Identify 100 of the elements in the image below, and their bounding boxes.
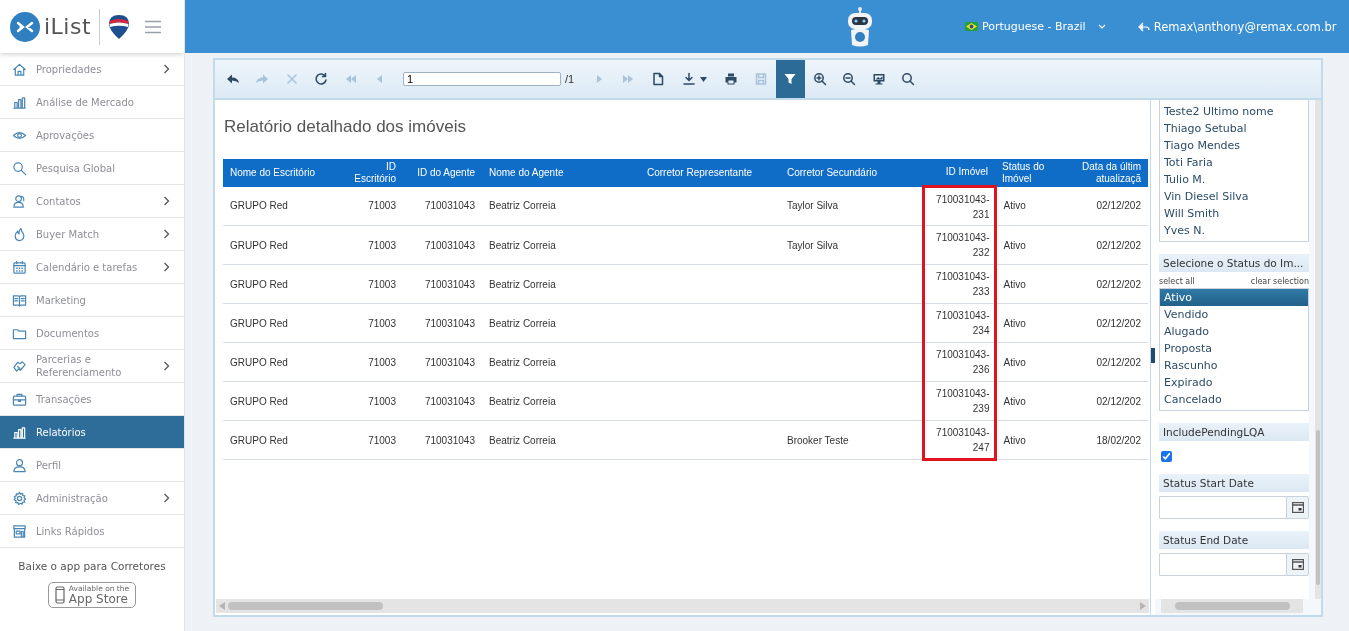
select-all-link[interactable]: select all [1159,277,1195,286]
table-cell-text: 710031043-233 [935,270,990,299]
date-field[interactable] [1159,553,1286,576]
contacts-icon [12,193,27,209]
list-option[interactable]: Yves N. [1160,222,1308,239]
clear-selection-link[interactable]: clear selection [1250,277,1309,286]
sidebar-item[interactable]: Documentos [0,317,184,350]
sidebar-item[interactable]: Contatos [0,185,184,218]
sidebar-item[interactable]: Buyer Match [0,218,184,251]
gear-icon [12,490,27,506]
column-header[interactable]: Nome do Escritório [223,159,343,187]
list-option[interactable]: Proposta [1160,340,1308,357]
list-option[interactable]: Cancelado [1160,391,1308,408]
storefront-icon [12,523,27,539]
table-cell: GRUPO Red [230,356,288,368]
promo-text: Baixe o app para Corretores [18,560,166,572]
horizontal-scrollbar[interactable] [1161,599,1303,613]
table-cell: 71003 [368,395,396,407]
robot-drawing [845,5,875,48]
sidebar-item[interactable]: Análise de Mercado [0,86,184,119]
page-number-field[interactable]: 1 [403,72,561,86]
column-header[interactable]: ID Imóvel [923,159,995,187]
table-cell: 71003 [368,356,396,368]
agent-list[interactable]: Teste2 Ultimo nome Thiago Setubal Tiago Mendes Toti Faria Tulio M. Vin Diesel Silva Will Smith Yves N. [1159,100,1309,242]
table-cell: 710031043 [424,278,475,290]
list-option[interactable]: Vendido [1160,306,1308,323]
table-cell-text: 710031043-236 [935,348,990,377]
table-cell: 18/02/202 [1096,434,1141,446]
page-total: /1 [565,73,575,85]
table-cell: Ativo [1003,239,1026,251]
parameter-label: IncludePendingLQA [1159,423,1309,441]
checkbox[interactable] [1161,451,1172,462]
table-cell-text: 710031043-247 [935,425,990,455]
table-cell: Taylor Silva [787,200,839,212]
sidebar-item[interactable]: Perfil [0,449,184,482]
calendar-button[interactable] [1286,496,1309,519]
table-cell: Taylor Silva [787,239,839,251]
column-header[interactable]: Status do Imóvel [995,159,1060,187]
table-cell-text: 710031043-234 [935,309,990,338]
list-option[interactable]: Alugado [1160,323,1308,340]
list-option[interactable]: Teste2 Ultimo nome [1160,103,1308,120]
table-cell-text: 710031043-231 [935,192,990,222]
calendar-icon [12,259,27,275]
list-option[interactable]: Vin Diesel Silva [1160,188,1308,205]
sidebar-item[interactable]: Administração [0,482,184,515]
table-cell: Ativo [1003,356,1026,368]
table-cell: 710031043 [424,239,475,251]
language-selector[interactable]: Portuguese - Brazil [965,20,1106,33]
sidebar-item[interactable]: Links Rápidos [0,515,184,548]
sidebar-item[interactable]: Aprovações [0,119,184,152]
user-menu[interactable]: Remax\anthony@remax.com.br [1137,19,1337,34]
sidebar-item[interactable]: Parcerias e Referenciamento [0,350,184,383]
list-option[interactable]: Toti Faria [1160,154,1308,171]
table-cell: 710031043 [424,317,475,329]
bar-chart-icon [12,94,27,110]
table-cell: 02/12/202 [1096,356,1141,368]
column-header[interactable]: Data da últim atualizaçã [1060,159,1148,187]
report-title: Relatório detalhado dos imóveis [224,117,467,137]
date-field[interactable] [1159,496,1286,519]
person-icon [12,457,27,473]
status-list[interactable]: Ativo Vendido Alugado Proposta Rascunho Expirado Cancelado [1159,288,1309,411]
column-header[interactable]: ID Escritório [343,159,403,187]
search-icon [12,160,27,176]
list-option[interactable]: Rascunho [1160,357,1308,374]
sidebar-item[interactable]: Marketing [0,284,184,317]
home-icon [12,61,27,77]
list-option[interactable]: Expirado [1160,374,1308,391]
reply-icon [1137,21,1150,32]
table-cell: 71003 [368,239,396,251]
table-cell: 71003 [368,200,396,212]
parameter-label: Status Start Date [1159,474,1309,492]
list-option[interactable]: Will Smith [1160,205,1308,222]
vertical-scrollbar[interactable] [1315,100,1321,599]
column-header[interactable]: Corretor Secundário [780,159,923,187]
logo-text: iList [44,14,92,39]
column-header[interactable]: Nome do Agente [482,159,640,187]
list-option[interactable]: Ativo [1160,289,1308,306]
ilist-logo-icon [10,11,40,42]
sidebar-item[interactable]: Relatórios [0,416,184,449]
column-header[interactable]: ID do Agente [403,159,482,187]
list-option[interactable]: Thiago Setubal [1160,120,1308,137]
list-option[interactable]: Tiago Mendes [1160,137,1308,154]
briefcase-icon [12,391,27,407]
sidebar-item[interactable]: Propriedades [0,53,184,86]
table-cell: GRUPO Red [230,434,288,446]
sidebar-item[interactable]: Calendário e tarefas [0,251,184,284]
table-cell: 02/12/202 [1096,278,1141,290]
table-cell: Beatriz Correia [489,356,556,368]
filter-button[interactable] [775,60,806,98]
table-cell: Beatriz Correia [489,200,556,212]
table-cell: Beatriz Correia [489,278,556,290]
table-cell: Ativo [1003,200,1026,212]
list-option[interactable]: Tulio M. [1160,171,1308,188]
table-cell: 710031043 [424,434,475,446]
table-cell: Ativo [1003,434,1026,446]
table-cell: Ativo [1003,395,1026,407]
calendar-button[interactable] [1286,553,1309,576]
sidebar-item[interactable]: Pesquisa Global [0,152,184,185]
parameter-label: Selecione o Status do Im... [1159,254,1309,272]
column-header[interactable]: Corretor Representante [640,159,780,187]
